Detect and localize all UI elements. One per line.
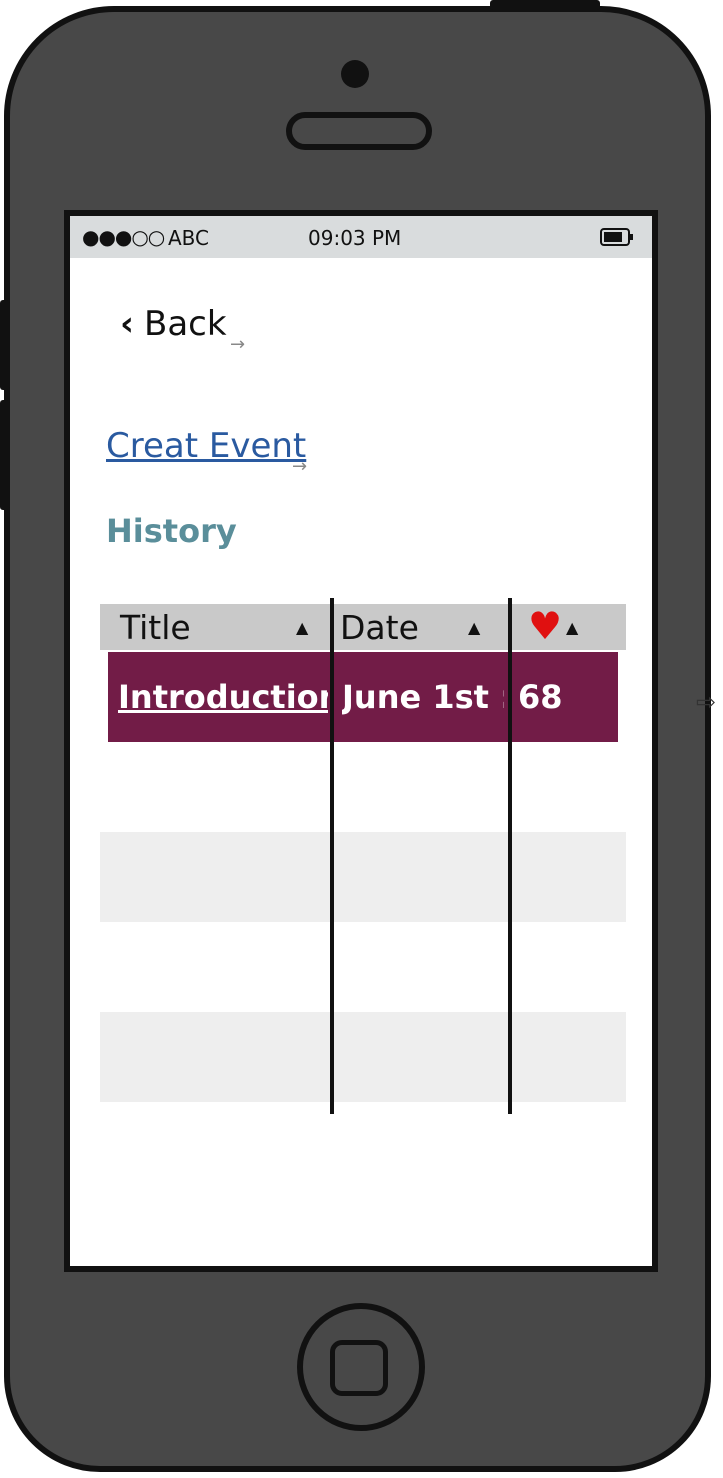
sort-up-icon[interactable]: ▲ (468, 618, 480, 637)
back-label: Back (144, 304, 227, 344)
column-header-date[interactable]: Date (340, 608, 419, 647)
link-arrow-icon: → (230, 334, 246, 355)
clock: 09:03 PM (308, 226, 402, 250)
link-arrow-icon: → (292, 456, 308, 477)
table-row (100, 832, 626, 922)
create-event-link[interactable]: Creat Event (106, 426, 306, 466)
sort-up-icon[interactable]: ▲ (566, 618, 578, 637)
phone-screen: ●●●○○ ABC 09:03 PM ‹ Back → Creat Event →… (64, 210, 658, 1272)
speaker-grille (286, 112, 432, 150)
column-divider[interactable] (508, 598, 512, 1114)
battery-icon (600, 228, 633, 246)
signal-icon: ●●●○○ (82, 225, 165, 249)
table-header: Title ▲ Date ▲ ♥ ▲ (100, 604, 626, 650)
chevron-left-icon: ‹ (120, 304, 135, 344)
row-likes: 68 (518, 678, 563, 716)
power-button (490, 0, 600, 10)
column-header-title[interactable]: Title (120, 608, 191, 647)
table-row[interactable]: Introduction June 1st : 68 (108, 652, 618, 742)
sort-up-icon[interactable]: ▲ (296, 618, 308, 637)
table-row (100, 1012, 626, 1102)
link-arrow-icon: ⇨ (696, 688, 717, 716)
status-bar: ●●●○○ ABC 09:03 PM (70, 216, 652, 258)
column-divider[interactable] (330, 598, 334, 1114)
home-square-icon (330, 1340, 388, 1396)
carrier-label: ABC (168, 226, 210, 250)
row-title[interactable]: Introduction (118, 678, 328, 716)
history-table: Title ▲ Date ▲ ♥ ▲ Introduction June 1st… (100, 598, 626, 1114)
back-button[interactable]: ‹ Back (120, 304, 227, 344)
volume-button (0, 400, 10, 510)
section-title: History (106, 512, 237, 550)
row-date: June 1st : (342, 678, 504, 716)
heart-icon[interactable]: ♥ (528, 604, 562, 648)
camera-icon (341, 60, 369, 88)
volume-button (0, 300, 10, 390)
